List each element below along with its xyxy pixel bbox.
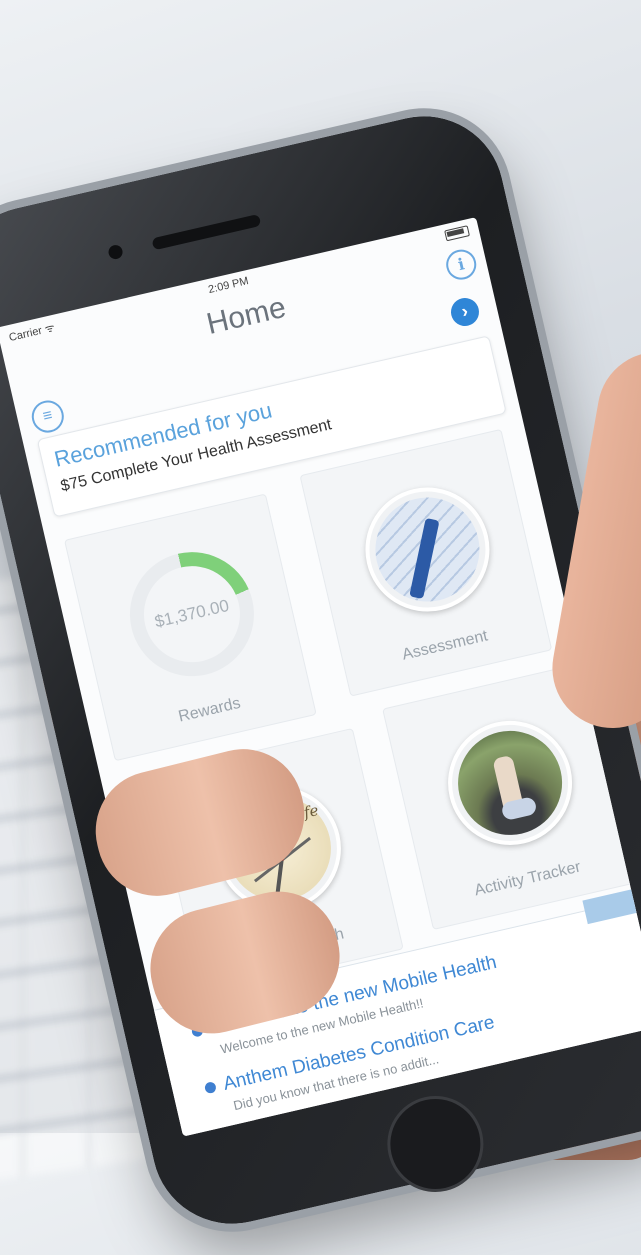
assessment-image (353, 475, 502, 624)
bullet-icon (203, 1081, 218, 1095)
assessment-tile[interactable]: Assessment (299, 428, 553, 697)
running-shoe-icon (447, 720, 573, 846)
menu-icon[interactable]: ≡ (28, 397, 67, 436)
rewards-label: Rewards (176, 694, 243, 726)
battery-icon (444, 225, 470, 242)
assessment-label: Assessment (400, 627, 490, 664)
rewards-progress-ring: $1,370.00 (117, 539, 267, 689)
rewards-amount: $1,370.00 (134, 556, 250, 672)
chevron-right-icon[interactable]: › (448, 295, 482, 329)
activity-tracker-image (435, 708, 585, 858)
rewards-tile[interactable]: $1,370.00 Rewards (64, 493, 317, 762)
clipboard-pen-icon (365, 487, 490, 612)
